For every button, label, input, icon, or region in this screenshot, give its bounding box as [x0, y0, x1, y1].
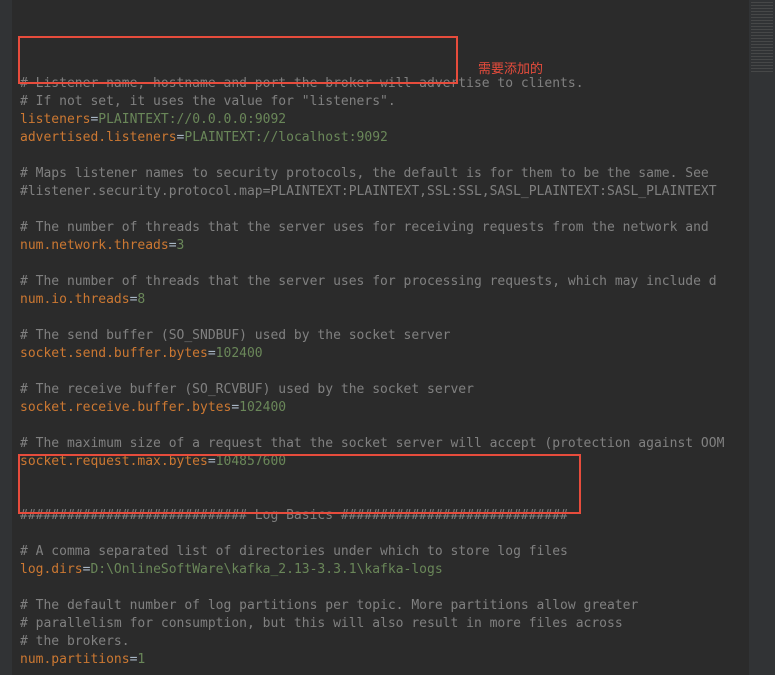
code-line: socket.send.buffer.bytes=102400 — [20, 345, 749, 363]
code-line: advertised.listeners=PLAINTEXT://localho… — [20, 129, 749, 147]
code-line: socket.receive.buffer.bytes=102400 — [20, 399, 749, 417]
code-line — [20, 363, 749, 381]
code-line: socket.request.max.bytes=104857600 — [20, 453, 749, 471]
code-line: num.io.threads=8 — [20, 291, 749, 309]
code-line: # The receive buffer (SO_RCVBUF) used by… — [20, 381, 749, 399]
code-line — [20, 309, 749, 327]
code-line — [20, 417, 749, 435]
code-line — [20, 255, 749, 273]
code-line: num.network.threads=3 — [20, 237, 749, 255]
code-line: log.dirs=D:\OnlineSoftWare\kafka_2.13-3.… — [20, 561, 749, 579]
minimap-content — [751, 2, 773, 72]
code-line — [20, 669, 749, 675]
code-editor[interactable]: 需要添加的 # Listener name, hostname and port… — [12, 0, 749, 675]
code-line: # The maximum size of a request that the… — [20, 435, 749, 453]
code-line: # The send buffer (SO_SNDBUF) used by th… — [20, 327, 749, 345]
code-line: # Listener name, hostname and port the b… — [20, 75, 749, 93]
code-line: # The default number of log partitions p… — [20, 597, 749, 615]
code-line — [20, 489, 749, 507]
code-line — [20, 471, 749, 489]
code-line: # If not set, it uses the value for "lis… — [20, 93, 749, 111]
code-line — [20, 201, 749, 219]
code-line — [20, 579, 749, 597]
code-line: # A comma separated list of directories … — [20, 543, 749, 561]
code-line: # The number of threads that the server … — [20, 219, 749, 237]
code-line: # the brokers. — [20, 633, 749, 651]
code-line — [20, 147, 749, 165]
code-line: # The number of threads that the server … — [20, 273, 749, 291]
code-line — [20, 525, 749, 543]
code-line: #listener.security.protocol.map=PLAINTEX… — [20, 183, 749, 201]
annotation-label: 需要添加的 — [478, 58, 543, 77]
code-line: # parallelism for consumption, but this … — [20, 615, 749, 633]
code-line: num.partitions=1 — [20, 651, 749, 669]
code-line: listeners=PLAINTEXT://0.0.0.0:9092 — [20, 111, 749, 129]
line-number-gutter — [0, 0, 12, 675]
minimap[interactable] — [749, 0, 775, 675]
code-line: # Maps listener names to security protoc… — [20, 165, 749, 183]
code-line: ############################# Log Basics… — [20, 507, 749, 525]
